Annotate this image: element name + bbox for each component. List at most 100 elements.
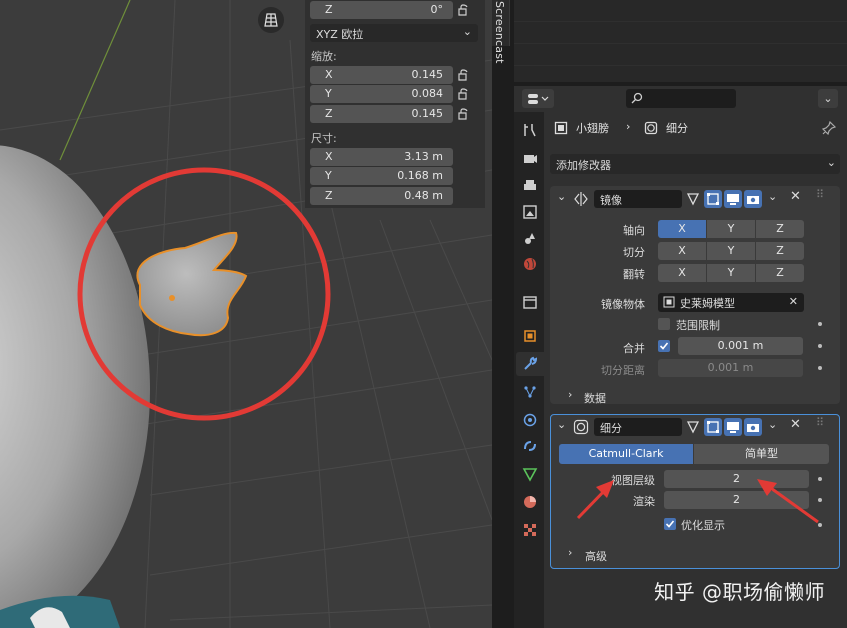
close-icon[interactable]: ✕: [790, 189, 801, 204]
bisect-y-toggle[interactable]: Y: [707, 242, 755, 260]
tool-icon: [524, 124, 536, 137]
catmull-clark-button[interactable]: Catmull-Clark: [559, 444, 693, 464]
outliner[interactable]: [514, 0, 847, 82]
physics-icon: [523, 413, 537, 427]
flip-x-toggle[interactable]: X: [658, 264, 706, 282]
render-toggle[interactable]: [744, 418, 762, 436]
pin-icon[interactable]: [822, 121, 836, 135]
outliner-row[interactable]: [514, 22, 847, 44]
simple-button[interactable]: 简单型: [694, 444, 829, 464]
lock-icon[interactable]: [457, 4, 471, 16]
render-toggle[interactable]: [744, 190, 762, 208]
edit-mode-toggle[interactable]: [704, 418, 722, 436]
tab-collection[interactable]: [518, 290, 542, 314]
drag-handle-icon[interactable]: ⠿: [816, 416, 824, 429]
merge-checkbox[interactable]: [658, 340, 670, 352]
rotation-z-field[interactable]: Z 0°: [310, 1, 453, 19]
editor-type-button[interactable]: [522, 89, 554, 108]
subdivision-name-field[interactable]: 细分: [594, 418, 682, 436]
tab-constraints[interactable]: [518, 434, 542, 458]
add-modifier-dropdown[interactable]: 添加修改器 ⌄: [550, 154, 840, 174]
edit-mode-toggle[interactable]: [704, 190, 722, 208]
properties-editor-icon: [528, 93, 549, 104]
grid-toggle-button[interactable]: [258, 7, 284, 33]
merge-distance-input[interactable]: 0.001 m: [678, 337, 803, 355]
bisect-x-toggle[interactable]: X: [658, 242, 706, 260]
lock-icon[interactable]: [457, 69, 471, 81]
tab-particles[interactable]: [518, 380, 542, 404]
flip-y-toggle[interactable]: Y: [707, 264, 755, 282]
tab-output[interactable]: [518, 174, 542, 198]
dimension-x-field[interactable]: X 3.13 m: [310, 148, 453, 166]
screencast-tab[interactable]: Screencast: [492, 0, 510, 64]
viewport-levels-input[interactable]: 2: [664, 470, 809, 488]
camera-icon: [747, 196, 759, 204]
keyframe-dot[interactable]: [818, 523, 822, 527]
tab-world[interactable]: [518, 252, 542, 276]
edit-cage-toggle[interactable]: [684, 418, 702, 436]
flip-z-toggle[interactable]: Z: [756, 264, 804, 282]
dimension-y-field[interactable]: Y 0.168 m: [310, 167, 453, 185]
keyframe-dot[interactable]: [818, 366, 822, 370]
rotation-mode-select[interactable]: XYZ 欧拉 ⌄: [310, 24, 478, 42]
tab-scene[interactable]: [518, 226, 542, 250]
properties-search-input[interactable]: [626, 89, 736, 108]
keyframe-dot[interactable]: [818, 498, 822, 502]
scale-z-field[interactable]: Z 0.145: [310, 105, 453, 123]
mirror-name-field[interactable]: 镜像: [594, 190, 682, 208]
lock-icon[interactable]: [457, 108, 471, 120]
scale-label: 缩放:: [311, 50, 337, 63]
tab-texture[interactable]: [518, 518, 542, 542]
dimension-z-field[interactable]: Z 0.48 m: [310, 187, 453, 205]
tab-physics[interactable]: [518, 408, 542, 432]
edit-cage-toggle[interactable]: [684, 190, 702, 208]
lock-icon[interactable]: [457, 88, 471, 100]
axis-z-toggle[interactable]: Z: [756, 220, 804, 238]
tab-view-layer[interactable]: [518, 200, 542, 224]
tab-data[interactable]: [518, 462, 542, 486]
object-origin: [169, 295, 175, 301]
particles-icon: [524, 386, 536, 398]
data-subpanel-label[interactable]: 数据: [584, 390, 606, 406]
grid-icon: [264, 13, 278, 27]
watermark: 知乎 @职场偷懒师: [654, 580, 825, 604]
checkmark-icon: [659, 342, 669, 350]
chevron-right-icon[interactable]: ›: [568, 388, 572, 401]
chevron-right-icon[interactable]: ›: [568, 546, 572, 559]
mirror-object-field[interactable]: 史莱姆模型 ✕: [658, 293, 804, 312]
keyframe-dot[interactable]: [818, 477, 822, 481]
chevron-down-icon: ⌄: [462, 25, 472, 38]
scene-icon: [525, 233, 535, 244]
chevron-down-icon[interactable]: ⌄: [768, 418, 777, 431]
tab-render[interactable]: [518, 146, 542, 170]
viewport-toggle[interactable]: [724, 190, 742, 208]
drag-handle-icon[interactable]: ⠿: [816, 188, 824, 201]
bisect-distance-input[interactable]: 0.001 m: [658, 359, 803, 377]
clear-icon[interactable]: ✕: [789, 295, 798, 308]
render-levels-input[interactable]: 2: [664, 491, 809, 509]
options-dropdown-button[interactable]: ⌄: [818, 89, 838, 108]
tab-material[interactable]: [518, 490, 542, 514]
3d-viewport[interactable]: Z 0° XYZ 欧拉 ⌄ 缩放: X 0.145 Y 0.084 Z 0.14…: [0, 0, 492, 628]
keyframe-dot[interactable]: [818, 322, 822, 326]
collapse-chevron-icon[interactable]: ⌄: [557, 418, 566, 431]
scale-y-field[interactable]: Y 0.084: [310, 85, 453, 103]
tab-tool[interactable]: [518, 118, 542, 142]
clipping-checkbox[interactable]: [658, 318, 670, 330]
collapse-chevron-icon[interactable]: ⌄: [557, 190, 566, 203]
viewport-toggle[interactable]: [724, 418, 742, 436]
advanced-subpanel-label[interactable]: 高级: [585, 548, 607, 564]
mirror-icon: [574, 192, 588, 206]
chevron-down-icon[interactable]: ⌄: [768, 190, 777, 203]
outliner-row[interactable]: [514, 0, 847, 22]
outliner-row[interactable]: [514, 44, 847, 66]
axis-x-toggle[interactable]: X: [658, 220, 706, 238]
close-icon[interactable]: ✕: [790, 417, 801, 432]
bisect-z-toggle[interactable]: Z: [756, 242, 804, 260]
tab-object[interactable]: [518, 324, 542, 348]
optimal-display-checkbox[interactable]: [664, 518, 676, 530]
keyframe-dot[interactable]: [818, 344, 822, 348]
scale-x-field[interactable]: X 0.145: [310, 66, 453, 84]
axis-y-toggle[interactable]: Y: [707, 220, 755, 238]
tab-modifiers[interactable]: [516, 352, 544, 376]
